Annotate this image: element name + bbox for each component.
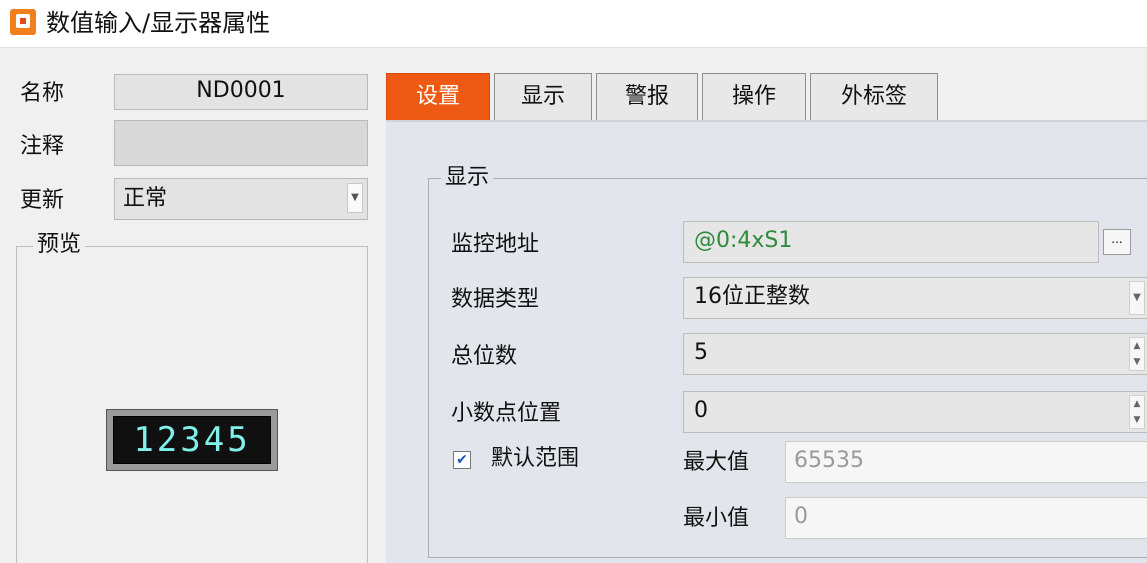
window-title: 数值输入/显示器属性 xyxy=(46,9,271,37)
preview-group: 预览 12345 xyxy=(16,230,368,563)
monitor-address-field[interactable]: @0:4xS1 xyxy=(683,221,1099,263)
data-type-value: 16位正整数 xyxy=(694,284,810,309)
chevron-down-icon[interactable]: ▼ xyxy=(1129,281,1145,315)
tab-settings[interactable]: 设置 xyxy=(386,73,490,121)
browse-address-button[interactable]: ... xyxy=(1103,229,1131,255)
total-digits-label: 总位数 xyxy=(451,344,518,369)
app-icon xyxy=(10,9,36,35)
name-field[interactable]: ND0001 xyxy=(114,74,368,110)
default-range-label: 默认范围 xyxy=(491,446,580,471)
update-combo-value: 正常 xyxy=(123,186,168,211)
chevron-down-icon[interactable]: ▼ xyxy=(347,183,363,213)
min-value-label: 最小值 xyxy=(683,506,750,531)
max-value-field[interactable]: 65535 xyxy=(785,441,1147,483)
tab-operation[interactable]: 操作 xyxy=(702,73,806,121)
data-type-combo[interactable]: 16位正整数 ▼ xyxy=(683,277,1147,319)
settings-panel: 显示 监控地址 @0:4xS1 ... 数据类型 16位正整数 ▼ 总位数 5 … xyxy=(386,120,1147,563)
total-digits-spinner[interactable]: 5 ▲ ▼ xyxy=(683,333,1147,375)
default-range-checkbox[interactable]: ✔ xyxy=(453,451,471,469)
lcd-digits: 12345 xyxy=(113,416,271,464)
total-digits-value: 5 xyxy=(694,340,708,365)
comment-label: 注释 xyxy=(20,134,65,159)
tab-external-label[interactable]: 外标签 xyxy=(810,73,938,121)
update-combo[interactable]: 正常 ▼ xyxy=(114,178,368,220)
title-bar: 数值输入/显示器属性 xyxy=(0,0,1147,48)
display-group: 显示 监控地址 @0:4xS1 ... 数据类型 16位正整数 ▼ 总位数 5 … xyxy=(428,163,1147,558)
lcd-preview: 12345 xyxy=(106,409,278,471)
comment-field[interactable] xyxy=(114,120,368,166)
decimal-position-value: 0 xyxy=(694,398,708,423)
decimal-position-label: 小数点位置 xyxy=(451,401,562,426)
monitor-address-label: 监控地址 xyxy=(451,232,540,257)
tab-display[interactable]: 显示 xyxy=(494,73,592,121)
spin-arrows-icon[interactable]: ▲ ▼ xyxy=(1129,395,1145,429)
data-type-label: 数据类型 xyxy=(451,287,540,312)
min-value-field[interactable]: 0 xyxy=(785,497,1147,539)
tab-alarm[interactable]: 警报 xyxy=(596,73,698,121)
preview-title: 预览 xyxy=(33,230,86,260)
name-label: 名称 xyxy=(20,81,65,106)
max-value-label: 最大值 xyxy=(683,450,750,475)
display-group-title: 显示 xyxy=(441,163,494,193)
decimal-position-spinner[interactable]: 0 ▲ ▼ xyxy=(683,391,1147,433)
spin-arrows-icon[interactable]: ▲ ▼ xyxy=(1129,337,1145,371)
update-label: 更新 xyxy=(20,188,65,213)
